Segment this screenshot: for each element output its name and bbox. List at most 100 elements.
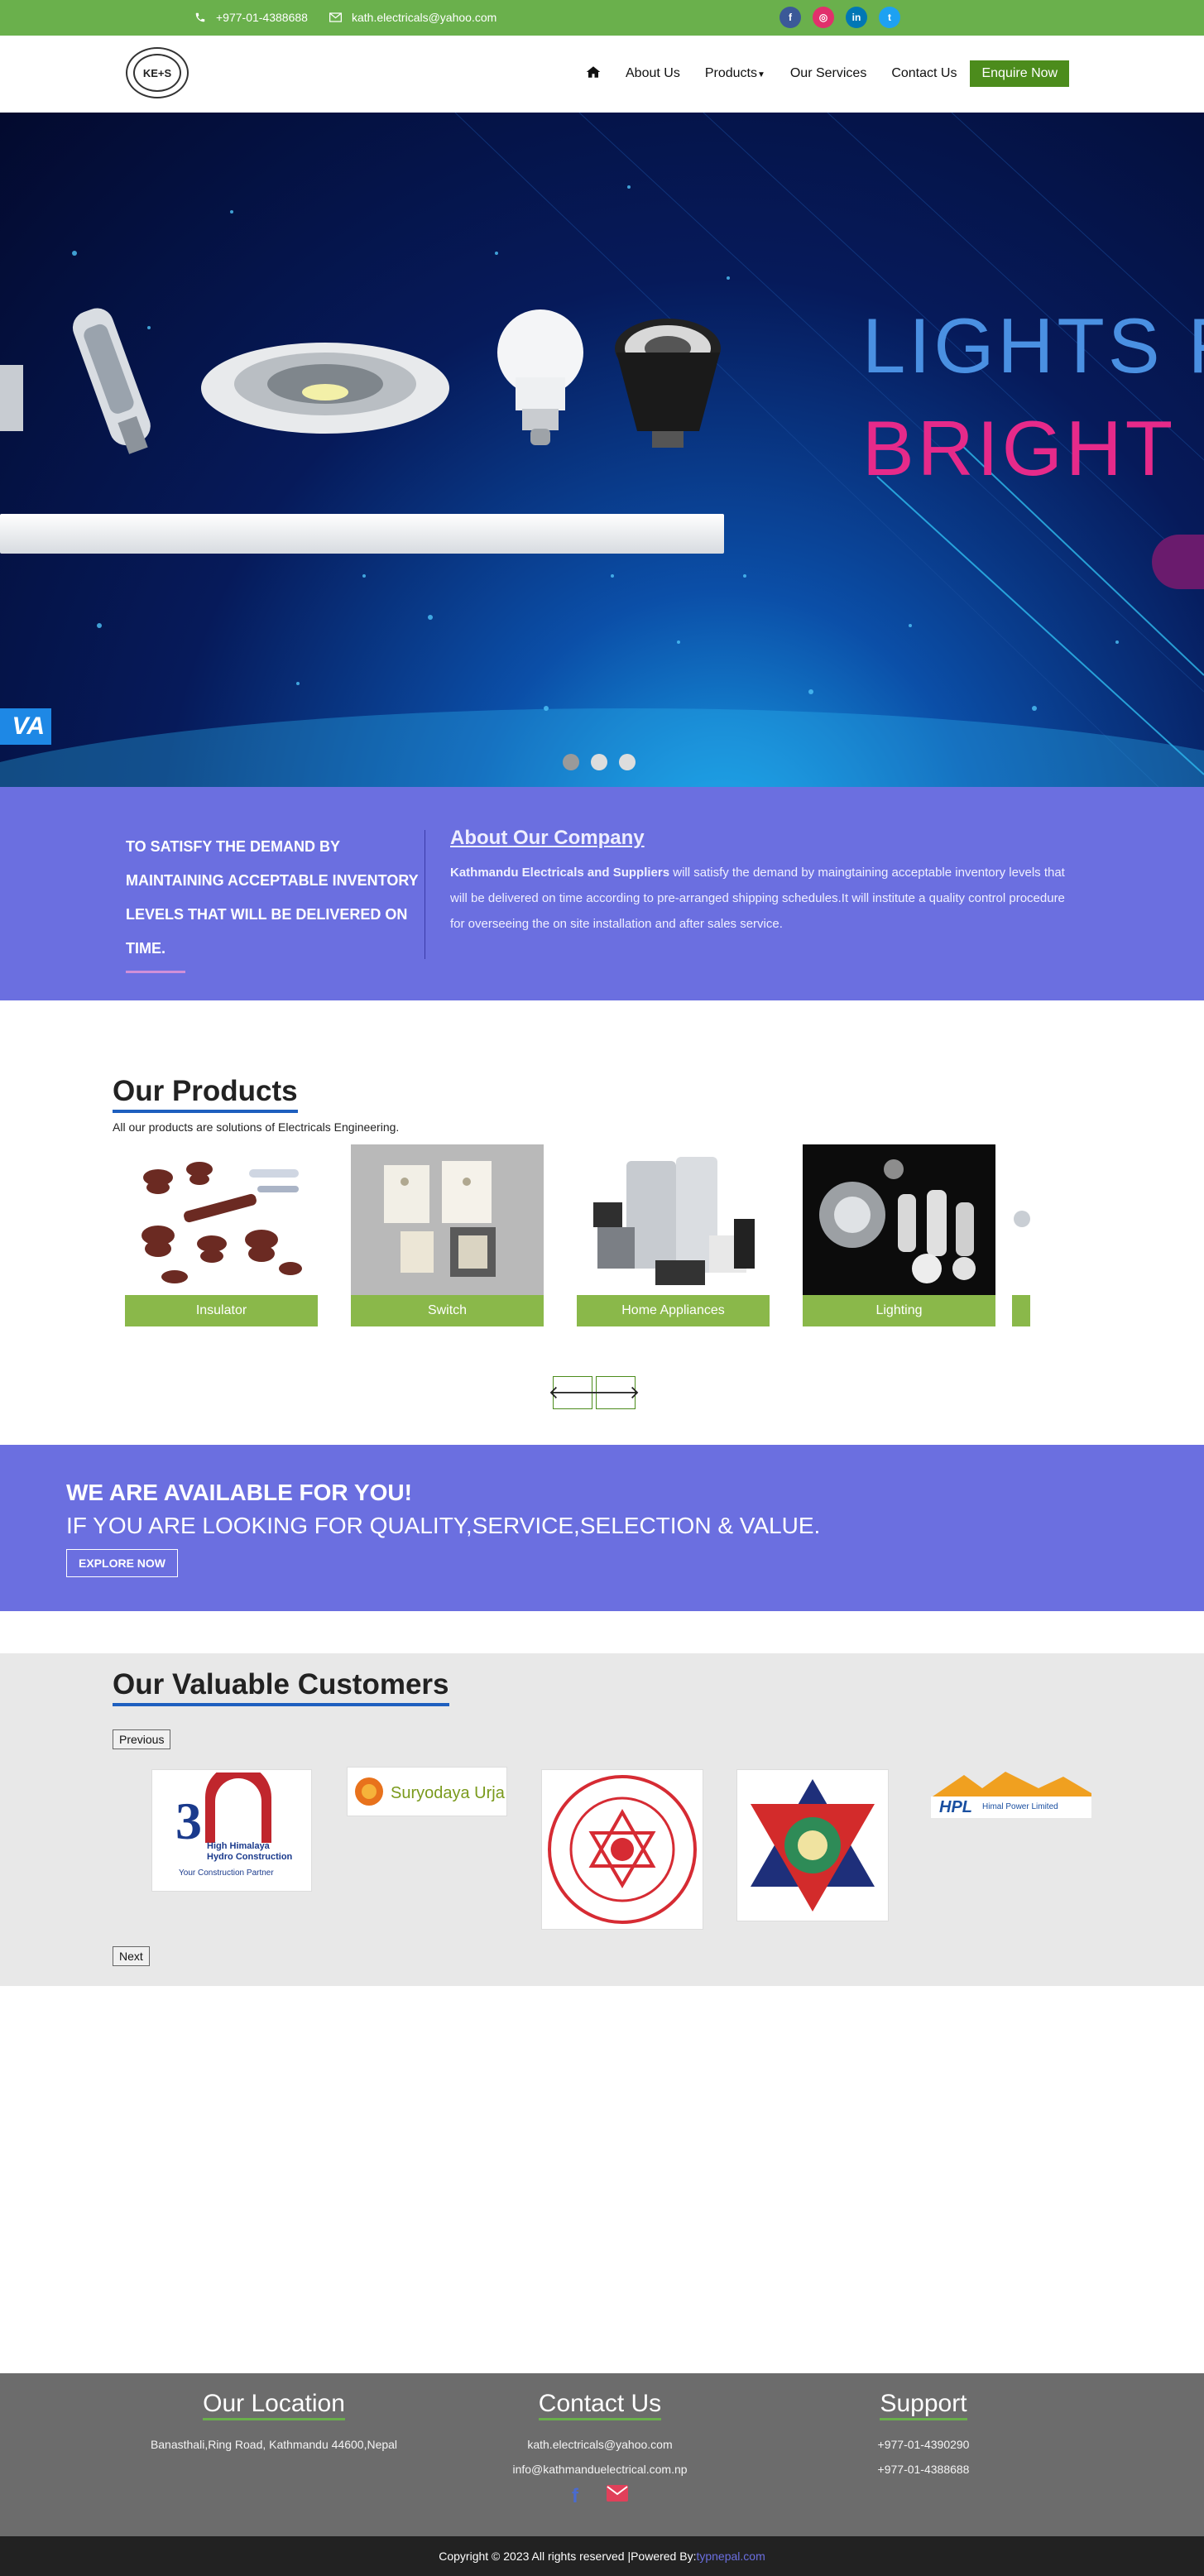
powered-by-link[interactable]: typnepal.com <box>696 2550 765 2563</box>
customer-logo-nepal-emblem[interactable] <box>736 1769 889 1921</box>
svg-text:Your Construction Partner: Your Construction Partner <box>179 1868 274 1878</box>
support-phone-2[interactable]: +977-01-4388688 <box>799 2457 1048 2482</box>
arrow-left-icon[interactable]: 🡐 <box>549 1376 597 1409</box>
enquire-now-button[interactable]: Enquire Now <box>970 60 1070 87</box>
about-company-name: Kathmandu Electricals and Suppliers <box>450 866 670 880</box>
customers-section: Our Valuable Customers Previous 3 High H… <box>0 1653 1204 1986</box>
customer-logo-kathmandu-metro[interactable] <box>541 1769 703 1930</box>
next-button[interactable]: Next <box>113 1946 150 1966</box>
about-title[interactable]: About Our Company <box>450 827 645 850</box>
facebook-icon[interactable]: f <box>779 7 801 28</box>
logo-text: KE+S <box>133 54 181 92</box>
contact-email-1[interactable]: kath.electricals@yahoo.com <box>476 2432 724 2457</box>
envelope-icon[interactable] <box>607 2485 628 2508</box>
lighting-image <box>803 1144 995 1295</box>
social-links: f ◎ in t <box>779 7 900 28</box>
products-carousel: Insulator Switch Home Appliances Lightin… <box>125 1144 1030 1328</box>
support-title: Support <box>880 2390 967 2420</box>
twitter-icon[interactable]: t <box>879 7 900 28</box>
product-label: Lighting <box>803 1295 995 1326</box>
topbar-phone[interactable]: +977-01-4388688 <box>194 11 308 24</box>
contact-title: Contact Us <box>538 2390 662 2420</box>
product-card-lighting[interactable]: Lighting <box>803 1144 995 1326</box>
slider-dot[interactable] <box>563 754 579 770</box>
products-subtitle: All our products are solutions of Electr… <box>113 1120 400 1134</box>
tube-light-image <box>0 514 724 554</box>
caret-down-icon: ▼ <box>756 70 765 79</box>
svg-text:Suryodaya Urja: Suryodaya Urja <box>391 1784 506 1802</box>
customers-title: Our Valuable Customers <box>113 1668 449 1706</box>
top-bar: +977-01-4388688 kath.electricals@yahoo.c… <box>0 0 1204 36</box>
fixture-edge-image <box>0 365 23 431</box>
nav-contact-us[interactable]: Contact Us <box>891 66 957 81</box>
hero-title-line2: BRIGHT <box>862 405 1177 492</box>
copyright-text: Copyright © 2023 All rights reserved |Po… <box>439 2550 697 2563</box>
topbar-email-text: kath.electricals@yahoo.com <box>352 11 497 24</box>
nav-links: About Us Products▼ Our Services Contact … <box>586 60 1070 87</box>
product-card-switch[interactable]: Switch <box>351 1144 544 1326</box>
customer-logo-high-himalaya[interactable]: 3 High Himalaya Hydro Construction Your … <box>151 1769 312 1892</box>
contact-email-2[interactable]: info@kathmanduelectrical.com.np <box>476 2457 724 2482</box>
arrow-right-icon[interactable]: 🡒 <box>592 1376 640 1409</box>
available-heading: WE ARE AVAILABLE FOR YOU! <box>66 1480 412 1505</box>
about-text: Kathmandu Electricals and Suppliers will… <box>450 860 1079 937</box>
support-phone-1[interactable]: +977-01-4390290 <box>799 2432 1048 2457</box>
high-himalaya-logo: 3 High Himalaya Hydro Construction Your … <box>175 1772 293 1878</box>
nav-products[interactable]: Products▼ <box>705 66 765 81</box>
suryodaya-logo: Suryodaya Urja <box>355 1777 506 1806</box>
topbar-email[interactable]: kath.electricals@yahoo.com <box>329 11 496 24</box>
product-label <box>1012 1295 1030 1326</box>
footer-icons: f <box>476 2485 724 2508</box>
carousel-arrows: 🡐 🡒 <box>549 1376 640 1409</box>
home-icon[interactable] <box>586 65 601 83</box>
product-label: Home Appliances <box>577 1295 770 1326</box>
insulator-image <box>125 1144 318 1295</box>
previous-button[interactable]: Previous <box>113 1729 171 1749</box>
company-logo[interactable]: KE+S <box>126 47 189 98</box>
envelope-icon <box>329 12 342 22</box>
navbar: KE+S About Us Products▼ Our Services Con… <box>0 36 1204 113</box>
about-tagline: TO SATISFY THE DEMAND BY MAINTAINING ACC… <box>126 838 419 957</box>
svg-text:3: 3 <box>175 1792 202 1850</box>
hero-cta-button[interactable] <box>1152 535 1204 589</box>
available-banner: WE ARE AVAILABLE FOR YOU! IF YOU ARE LOO… <box>0 1445 1204 1611</box>
street-light-image <box>72 308 151 454</box>
footer-location: Our Location Banasthali,Ring Road, Kathm… <box>150 2390 398 2457</box>
svg-text:Himal Power Limited: Himal Power Limited <box>982 1802 1058 1811</box>
hero-title-line1: LIGHTS F <box>862 302 1204 389</box>
topbar-phone-text: +977-01-4388688 <box>216 11 308 24</box>
nav-about-us[interactable]: About Us <box>626 66 680 81</box>
available-subheading: IF YOU ARE LOOKING FOR QUALITY,SERVICE,S… <box>66 1513 821 1538</box>
copyright-bar: Copyright © 2023 All rights reserved |Po… <box>0 2536 1204 2576</box>
footer-contact: Contact Us kath.electricals@yahoo.com in… <box>476 2390 724 2508</box>
footer: Our Location Banasthali,Ring Road, Kathm… <box>0 2373 1204 2536</box>
nav-our-services[interactable]: Our Services <box>790 66 866 81</box>
slider-dot[interactable] <box>591 754 607 770</box>
about-section: TO SATISFY THE DEMAND BY MAINTAINING ACC… <box>0 787 1204 1000</box>
home-appliances-image <box>577 1144 770 1295</box>
product-card-home-appliances[interactable]: Home Appliances <box>577 1144 770 1326</box>
hpl-logo: HPL Himal Power Limited <box>931 1772 1091 1818</box>
instagram-icon[interactable]: ◎ <box>813 7 834 28</box>
facebook-icon[interactable]: f <box>572 2485 578 2508</box>
products-title: Our Products <box>113 1075 298 1113</box>
svg-text:High Himalaya: High Himalaya <box>207 1841 271 1851</box>
product-card-insulator[interactable]: Insulator <box>125 1144 318 1326</box>
product-label: Insulator <box>125 1295 318 1326</box>
switch-image <box>351 1144 544 1295</box>
partial-product-image <box>1012 1144 1030 1295</box>
location-address: Banasthali,Ring Road, Kathmandu 44600,Ne… <box>150 2438 398 2451</box>
explore-now-button[interactable]: EXPLORE NOW <box>66 1549 179 1577</box>
product-label: Switch <box>351 1295 544 1326</box>
downlight-image <box>201 343 449 434</box>
brand-tag: VA <box>0 708 51 745</box>
customer-logo-hpl[interactable]: HPL Himal Power Limited <box>931 1767 1091 1818</box>
led-bulb-image <box>497 309 583 445</box>
tagline-underline <box>126 971 185 973</box>
slider-dot[interactable] <box>619 754 636 770</box>
customer-logo-suryodaya[interactable]: Suryodaya Urja <box>347 1767 507 1816</box>
product-card-partial[interactable] <box>1012 1144 1030 1326</box>
hero-slider: LIGHTS F BRIGHT VA <box>0 113 1204 787</box>
nepal-emblem-logo <box>751 1779 875 1912</box>
linkedin-icon[interactable]: in <box>846 7 867 28</box>
